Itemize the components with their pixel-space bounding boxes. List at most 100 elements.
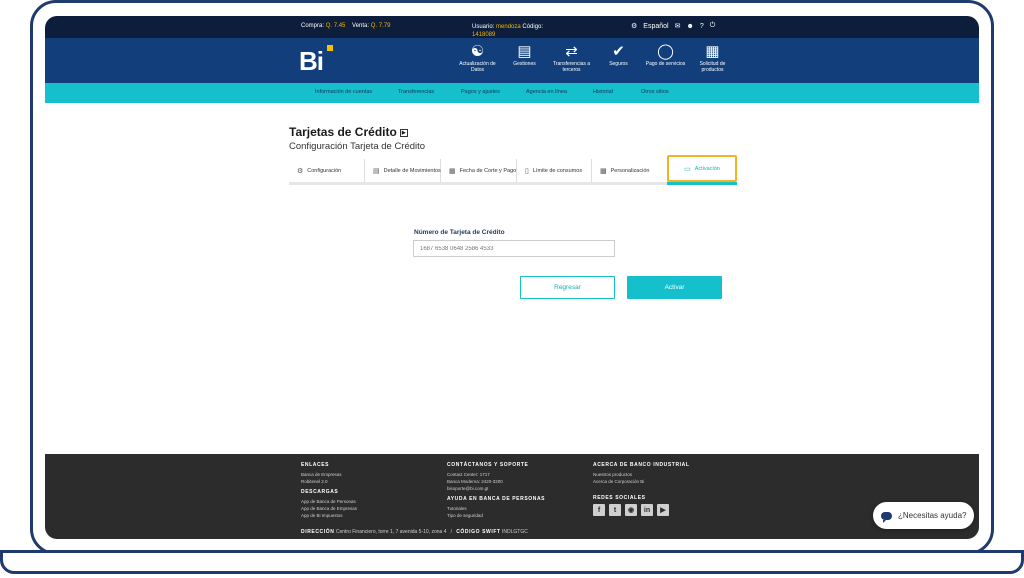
compra-label: Compra: — [301, 23, 325, 29]
subnav-pagos-ajustes[interactable]: Pagos y ajustes — [461, 89, 500, 95]
laptop-base — [0, 550, 1024, 574]
calendar-icon: ▦ — [449, 167, 456, 175]
compra-value: Q. 7.45 — [325, 23, 346, 29]
footer-link[interactable]: App de Bi Impuestos — [301, 512, 357, 519]
tab-configuracion[interactable]: ⚙ Configuración — [289, 159, 365, 182]
shield-icon: ✔ — [612, 43, 625, 60]
active-tab-indicator — [667, 182, 737, 185]
lightbulb-icon: ◯ — [657, 43, 674, 60]
footer-link[interactable]: Acerca de Corporación Bi — [593, 478, 690, 485]
card-config-tabs: ⚙ Configuración ▤ Detalle de Movimientos… — [289, 155, 737, 185]
footer-contacto-title: CONTÁCTANOS Y SOPORTE — [447, 462, 529, 468]
usuario-label: Usuario: — [472, 24, 495, 30]
document-icon: ▤ — [517, 43, 532, 60]
exchange-rates: Compra: Q. 7.45 Venta: Q. 7.79 — [301, 23, 390, 29]
help-chat-widget[interactable]: ¿Necesitas ayuda? — [873, 502, 974, 529]
direccion-label: DIRECCIÓN — [301, 529, 335, 535]
page-subtitle: Configuración Tarjeta de Crédito — [289, 141, 426, 152]
footer-text: Contact Center: 1717 — [447, 472, 490, 477]
footer-ayuda-title: AYUDA EN BANCA DE PERSONAS — [447, 496, 546, 502]
instagram-icon[interactable]: ◉ — [625, 504, 637, 516]
subnav-historial[interactable]: Historial — [593, 89, 613, 95]
tab-fecha-corte-pago[interactable]: ▦ Fecha de Corte y Pago — [441, 159, 517, 182]
regresar-button[interactable]: Regresar — [520, 276, 615, 299]
footer-link[interactable]: Banca de Empresas — [301, 471, 357, 478]
footer-text: Banca Moderna: 2420-3200 — [447, 479, 503, 484]
globe-icon[interactable]: ⚙ — [631, 22, 637, 30]
limit-icon: ▯ — [525, 167, 529, 175]
chat-bubble-icon — [881, 511, 892, 523]
footer-descargas-title: DESCARGAS — [301, 489, 339, 495]
codigo-label: Código: — [522, 24, 544, 30]
card-design-icon: ▩ — [600, 167, 607, 175]
usuario-value: mendoza — [496, 24, 521, 30]
tab-detalle-movimientos[interactable]: ▤ Detalle de Movimientos — [365, 159, 441, 182]
browser-screen: Compra: Q. 7.45 Venta: Q. 7.79 Usuario: … — [45, 16, 979, 539]
subnav-transferencias[interactable]: Transferencias — [398, 89, 434, 95]
footer-link[interactable]: App de Banca de Personas — [301, 498, 357, 505]
social-links: f t ◉ in ▶ — [593, 504, 690, 516]
subnav-otros-sitios[interactable]: Otros sitios — [641, 89, 669, 95]
bi-logo[interactable]: Bi — [299, 45, 333, 74]
tab-activacion[interactable]: ▭ Activación — [667, 155, 737, 182]
footer-link[interactable]: Tipo de seguridad — [447, 512, 545, 519]
linkedin-icon[interactable]: in — [641, 504, 653, 516]
request-icon: ▦ — [705, 43, 720, 60]
profile-settings-icon[interactable]: ☻ — [686, 23, 693, 30]
footer-link[interactable]: bisoporte@bi.com.gt — [447, 485, 545, 492]
main-content: Tarjetas de Crédito ▶ Configuración Tarje… — [45, 103, 979, 454]
site-footer: ENLACES Banca de Empresas Robitenel 2.0 … — [45, 454, 979, 539]
language-link[interactable]: Español — [643, 23, 668, 30]
footer-acerca-title: ACERCA DE BANCO INDUSTRIAL — [593, 462, 690, 468]
venta-label: Venta: — [352, 23, 370, 29]
swift-label: CÓDIGO SWIFT — [456, 529, 501, 535]
youtube-icon[interactable]: ▶ — [657, 504, 669, 516]
transfer-icon: ⇄ — [565, 43, 578, 60]
footer-acerca: ACERCA DE BANCO INDUSTRIAL Nuestros prod… — [593, 462, 690, 516]
footer-address-row: DIRECCIÓN Centro Financiero, torre 1, 7 … — [301, 529, 528, 535]
footer-redes-title: REDES SOCIALES — [593, 495, 646, 501]
sub-navbar: Información de cuentas Transferencias Pa… — [45, 83, 979, 103]
top-info-bar: Compra: Q. 7.45 Venta: Q. 7.79 Usuario: … — [45, 16, 979, 38]
page-title: Tarjetas de Crédito ▶ — [289, 125, 408, 139]
nav-seguros[interactable]: ✔ Seguros — [596, 43, 641, 73]
nav-transferencias[interactable]: ⇄ Transferencias a terceros — [549, 43, 594, 73]
activar-button[interactable]: Activar — [627, 276, 722, 299]
main-navbar: Bi ☯ Actualización de Datos ▤ Gestiones … — [45, 38, 979, 83]
power-icon[interactable]: ⏻ — [710, 22, 716, 30]
message-icon[interactable]: ✉ — [675, 22, 681, 30]
credit-card-icon: ▭ — [684, 165, 691, 173]
tab-limite-consumos[interactable]: ▯ Límite de consumos — [517, 159, 592, 182]
card-number-label: Número de Tarjeta de Crédito — [414, 229, 505, 236]
gear-icon: ⚙ — [297, 167, 304, 175]
user-info: Usuario: mendoza Código: 1418089 — [472, 23, 582, 39]
facebook-icon[interactable]: f — [593, 504, 605, 516]
main-nav-icons: ☯ Actualización de Datos ▤ Gestiones ⇄ T… — [455, 43, 737, 73]
help-chat-label: ¿Necesitas ayuda? — [898, 511, 967, 520]
footer-enlaces-title: ENLACES — [301, 462, 330, 468]
list-icon: ▤ — [373, 167, 380, 175]
nav-gestiones[interactable]: ▤ Gestiones — [502, 43, 547, 73]
footer-link[interactable]: App de Banca de Empresas — [301, 505, 357, 512]
venta-value: Q. 7.79 — [370, 23, 391, 29]
card-number-input[interactable] — [413, 240, 615, 257]
swift-value: INDLGTGC — [502, 529, 528, 535]
footer-enlaces: ENLACES Banca de Empresas Robitenel 2.0 … — [301, 462, 357, 519]
direccion-value: Centro Financiero, torre 1, 7 avenida 5-… — [335, 529, 447, 535]
nav-solicitud-productos[interactable]: ▦ Solicitud de productos — [690, 43, 735, 73]
footer-link[interactable]: Nuestros productos — [593, 471, 690, 478]
logo-accent — [327, 45, 333, 51]
video-play-icon[interactable]: ▶ — [399, 128, 408, 137]
user-icon: ☯ — [470, 43, 485, 60]
twitter-icon[interactable]: t — [609, 504, 621, 516]
help-icon[interactable]: ? — [700, 23, 704, 30]
top-tools: ⚙ Español ✉ ☻ ? ⏻ — [631, 22, 715, 30]
footer-link[interactable]: Tutoriales — [447, 505, 545, 512]
nav-pago-servicios[interactable]: ◯ Pago de servicios — [643, 43, 688, 73]
tab-personalizacion[interactable]: ▩ Personalización — [592, 159, 667, 182]
nav-actualizacion-datos[interactable]: ☯ Actualización de Datos — [455, 43, 500, 73]
subnav-agencia-linea[interactable]: Agencia en línea — [526, 89, 567, 95]
footer-contacto: CONTÁCTANOS Y SOPORTE Contact Center: 17… — [447, 462, 545, 519]
subnav-informacion-cuentas[interactable]: Información de cuentas — [315, 89, 372, 95]
footer-link[interactable]: Robitenel 2.0 — [301, 478, 357, 485]
